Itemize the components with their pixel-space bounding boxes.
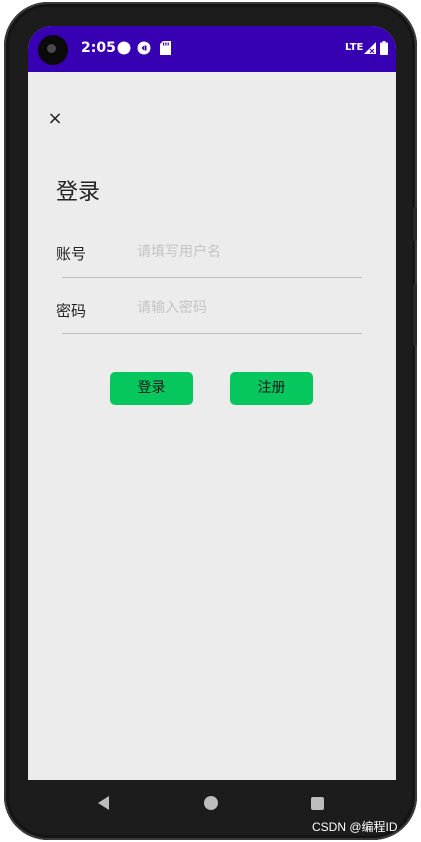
recents-icon[interactable] [311, 797, 324, 810]
watermark: CSDN @编程ID [312, 820, 398, 834]
volume-button [413, 284, 417, 346]
username-input[interactable] [137, 240, 357, 264]
password-input[interactable] [137, 296, 357, 320]
username-underline [62, 277, 362, 278]
notification-circle-icon [117, 41, 131, 55]
login-button[interactable]: 登录 [110, 372, 193, 405]
status-bar: 2:05 LTE [28, 26, 396, 72]
register-button[interactable]: 注册 [230, 372, 313, 405]
close-icon[interactable]: × [44, 108, 66, 130]
front-camera [38, 35, 68, 65]
battery-icon [380, 41, 388, 55]
page-title: 登录 [56, 180, 101, 205]
account-label: 账号 [56, 245, 87, 263]
password-underline [62, 333, 362, 334]
status-time: 2:05 [81, 40, 116, 56]
signal-icon [364, 42, 376, 54]
network-type: LTE [345, 42, 364, 53]
password-label: 密码 [56, 302, 87, 320]
app-screen: 2:05 LTE × 登录 账号 密码 登录 注册 [28, 26, 396, 780]
power-button [413, 207, 417, 241]
home-icon[interactable] [204, 796, 218, 810]
sd-card-icon [160, 41, 171, 55]
app-notification-icon [137, 41, 151, 55]
back-icon[interactable] [98, 796, 109, 810]
